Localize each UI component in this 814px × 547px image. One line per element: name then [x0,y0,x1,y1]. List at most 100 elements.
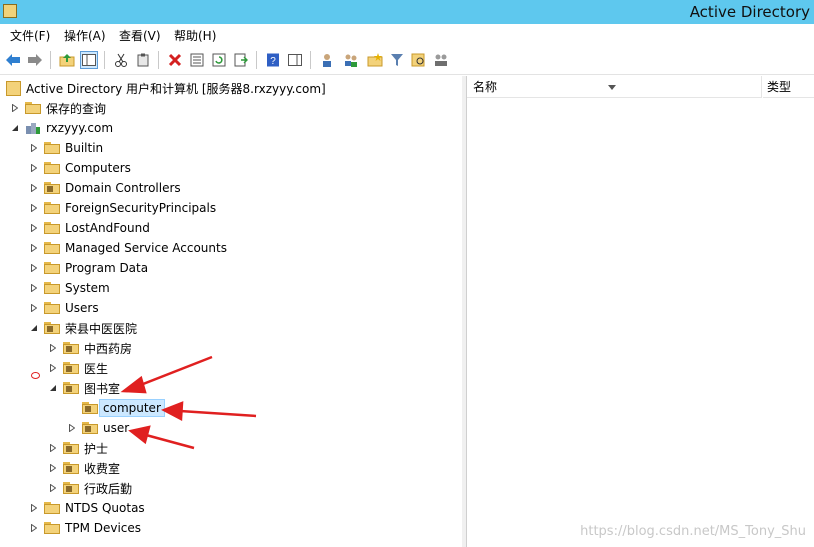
tree-item-computers[interactable]: Computers [30,158,131,178]
expand-arrow-icon[interactable] [30,504,38,512]
tree-item-user-ou[interactable]: user [68,418,129,438]
tree-item-tpm-devices[interactable]: TPM Devices [30,518,141,538]
tree-item-users[interactable]: Users [30,298,99,318]
expand-arrow-icon[interactable] [30,264,38,272]
expand-arrow-icon[interactable] [49,464,57,472]
expand-arrow-icon[interactable] [49,484,57,492]
tree-item-lost-and-found[interactable]: LostAndFound [30,218,150,238]
tree-item-saved-queries[interactable]: 保存的查询 [11,98,106,118]
tree-label: 护士 [84,441,109,456]
tree-item-ou-main[interactable]: 荣县中医医院 [30,318,137,338]
add-to-group-icon[interactable] [432,51,450,69]
filter-icon[interactable] [388,51,406,69]
find-icon[interactable] [410,51,428,69]
ou-folder-icon [63,342,79,354]
tree-item-builtin[interactable]: Builtin [30,138,103,158]
window-title: Active Directory [689,3,810,21]
menu-view[interactable]: 查看(V) [119,27,161,44]
tree-item-doctors[interactable]: 医生 [49,358,108,378]
folder-icon [25,102,41,114]
tree-item-foreign-security-principals[interactable]: ForeignSecurityPrincipals [30,198,216,218]
toolbar-separator [104,51,105,69]
folder-icon [44,202,60,214]
tree-item-managed-service-accounts[interactable]: Managed Service Accounts [30,238,227,258]
ou-folder-icon [63,382,79,394]
export-list-icon[interactable] [232,51,250,69]
collapse-arrow-icon[interactable] [49,384,57,392]
collapse-arrow-icon[interactable] [11,124,19,132]
show-console-tree-icon[interactable] [80,51,98,69]
tree-label: NTDS Quotas [65,501,145,515]
tree-label: Users [65,301,99,315]
new-ou-icon[interactable] [366,51,384,69]
tree-label: Managed Service Accounts [65,241,227,255]
details-list[interactable]: 名称 类型 [467,76,814,547]
tree-item-domain[interactable]: rxzyyy.com [11,118,113,138]
folder-icon [44,142,60,154]
expand-arrow-icon[interactable] [11,104,19,112]
back-icon[interactable] [4,51,22,69]
tree-item-library[interactable]: 图书室 [49,378,120,398]
ou-folder-icon [44,182,60,194]
folder-icon [44,502,60,514]
expand-arrow-icon[interactable] [30,224,38,232]
cut-icon[interactable] [112,51,130,69]
collapse-arrow-icon[interactable] [30,324,38,332]
delete-icon[interactable] [166,51,184,69]
expand-arrow-icon[interactable] [30,184,38,192]
folder-icon [44,162,60,174]
menu-file[interactable]: 文件(F) [10,27,50,44]
tree-label: Computers [65,161,131,175]
tree-label: rxzyyy.com [46,121,114,135]
expand-arrow-icon[interactable] [49,344,57,352]
refresh-icon[interactable] [210,51,228,69]
toolbar-separator [310,51,311,69]
ou-folder-icon [63,482,79,494]
expand-arrow-icon[interactable] [68,424,76,432]
tree-item-domain-controllers[interactable]: Domain Controllers [30,178,181,198]
menu-action[interactable]: 操作(A) [64,27,106,44]
up-folder-icon[interactable] [58,51,76,69]
expand-arrow-icon[interactable] [49,444,57,452]
column-header-name[interactable]: 名称 [467,76,762,98]
tree-label: 行政后勤 [84,481,133,496]
expand-arrow-icon[interactable] [30,284,38,292]
expand-arrow-icon[interactable] [30,144,38,152]
menu-help[interactable]: 帮助(H) [174,27,216,44]
tree-label: 收费室 [84,461,121,476]
column-label: 类型 [767,80,792,94]
paste-icon[interactable] [134,51,152,69]
toolbar: ? [0,46,814,75]
tree-item-pharmacy[interactable]: 中西药房 [49,338,132,358]
expand-arrow-icon[interactable] [30,204,38,212]
watermark: https://blog.csdn.net/MS_Tony_Shu [580,524,806,539]
new-group-icon[interactable] [342,51,360,69]
tree-label: Builtin [65,141,104,155]
expand-arrow-icon[interactable] [30,304,38,312]
new-user-icon[interactable] [318,51,336,69]
tree-label: ForeignSecurityPrincipals [65,201,217,215]
tree-item-ntds-quotas[interactable]: NTDS Quotas [30,498,145,518]
tree-root[interactable]: Active Directory 用户和计算机 [服务器8.rxzyyy.com… [6,78,326,98]
tree-label: System [65,281,110,295]
show-action-pane-icon[interactable] [286,51,304,69]
tree-item-system[interactable]: System [30,278,110,298]
expand-arrow-icon[interactable] [30,244,38,252]
tree-item-nurses[interactable]: 护士 [49,438,108,458]
properties-icon[interactable] [188,51,206,69]
console-tree[interactable]: Active Directory 用户和计算机 [服务器8.rxzyyy.com… [0,76,463,547]
tree-item-billing[interactable]: 收费室 [49,458,120,478]
expand-arrow-icon[interactable] [49,364,57,372]
expand-arrow-icon[interactable] [30,524,38,532]
forward-icon[interactable] [26,51,44,69]
folder-icon [44,242,60,254]
tree-label: Domain Controllers [65,181,181,195]
tree-item-admin-logistics[interactable]: 行政后勤 [49,478,132,498]
ou-folder-icon [63,362,79,374]
tree-label: 荣县中医医院 [65,321,138,336]
tree-item-computer-ou[interactable]: computer [82,398,165,418]
tree-item-program-data[interactable]: Program Data [30,258,148,278]
column-header-type[interactable]: 类型 [763,76,814,98]
expand-arrow-icon[interactable] [30,164,38,172]
help-icon[interactable]: ? [264,51,282,69]
